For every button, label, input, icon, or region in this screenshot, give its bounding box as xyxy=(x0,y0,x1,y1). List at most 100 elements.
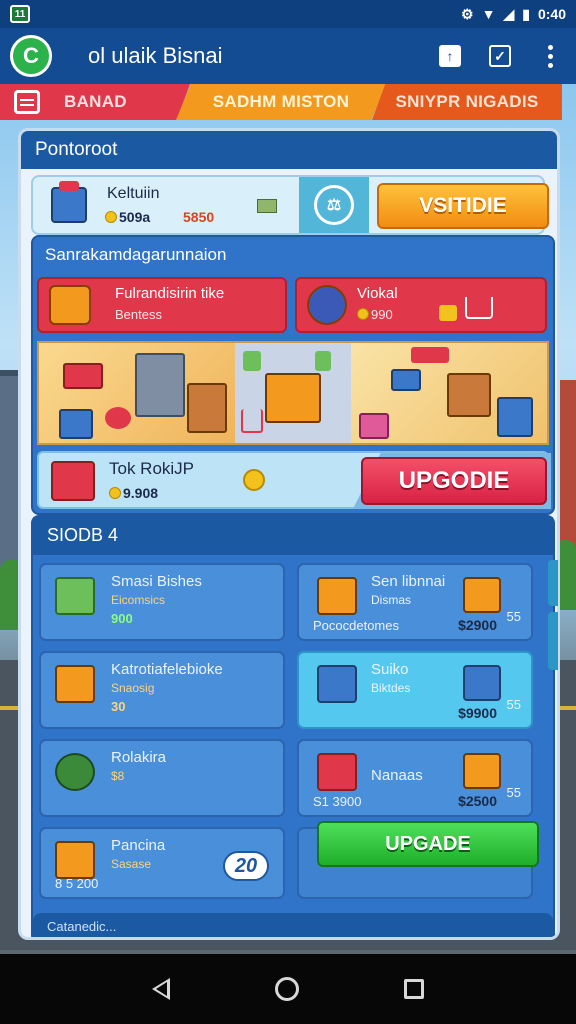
sim-icon: 11 xyxy=(10,5,30,23)
business-income: 5850 xyxy=(183,209,215,225)
store-section: Sanrakamdagarunnaion Fulrandisirin tike … xyxy=(31,235,555,515)
tab-label: BANAD xyxy=(64,92,127,111)
item-price: $9900 xyxy=(458,705,497,721)
feature-title: Fulrandisirin tike xyxy=(115,285,225,302)
item-price: 900 xyxy=(111,611,133,626)
upgrade-button[interactable]: UPGODIE xyxy=(361,457,547,505)
item-name: Suiko xyxy=(371,661,409,678)
box-icon xyxy=(463,577,501,613)
section-title: Sanrakamdagarunnaion xyxy=(45,245,227,264)
item-count: 55 xyxy=(506,697,521,712)
menu-icon xyxy=(14,90,40,114)
stock-item[interactable]: Suiko Biktdes $9900 55 xyxy=(297,651,533,729)
stock-item[interactable]: Katrotiafelebioke Snaosig 30 xyxy=(39,651,285,729)
emblem-panel: ⚖ xyxy=(299,177,369,233)
feature-title: Viokal xyxy=(357,285,398,302)
toolbox-icon xyxy=(51,461,95,501)
upgrade-stock-button[interactable]: UPGADE xyxy=(317,821,539,867)
share-icon: ↑ xyxy=(439,45,461,67)
item-count: 55 xyxy=(506,785,521,800)
tab-sniypr-nigadis[interactable]: SNIYPR NIGADIS xyxy=(372,84,562,120)
checkbox-icon: ✓ xyxy=(489,45,511,67)
level-badge: 20 xyxy=(223,851,269,881)
app-bar: C ol ulaik Bisnai ↑ ✓ xyxy=(0,28,576,84)
back-icon[interactable] xyxy=(152,978,171,1000)
emblem-icon: ⚖ xyxy=(314,185,354,225)
item-detail: 8 5 200 xyxy=(55,876,99,891)
upgrade-price: 9.908 xyxy=(109,485,158,501)
cube-icon xyxy=(317,665,357,703)
shopping-cart-icon xyxy=(465,297,493,319)
stock-header: SIODB 4 xyxy=(33,517,553,555)
business-name: Keltuiin xyxy=(107,185,160,202)
crate-icon xyxy=(55,577,95,615)
overflow-menu-button[interactable] xyxy=(534,40,566,72)
share-button[interactable]: ↑ xyxy=(434,40,466,72)
feature-card-2[interactable]: Viokal 990 xyxy=(295,277,547,333)
feature-price: 990 xyxy=(357,307,393,322)
item-subtitle: Snaosig xyxy=(111,681,155,695)
app-title: ol ulaik Bisnai xyxy=(88,43,223,68)
box-icon xyxy=(55,841,95,879)
wifi-icon: ▼ xyxy=(481,6,496,22)
battery-icon: ▮ xyxy=(522,5,530,22)
stock-section: SIODB 4 Smasi Bishes Eicomsics 900 Sen l… xyxy=(31,515,555,937)
side-scroll-tab[interactable] xyxy=(548,560,558,606)
item-name: Nanaas xyxy=(371,767,423,784)
item-price: $2900 xyxy=(458,617,497,633)
stock-item[interactable]: Sen libnnai Dismas Pococdetomes $2900 55 xyxy=(297,563,533,641)
visit-button[interactable]: VSITIDIE xyxy=(377,183,549,229)
tab-strip: BANAD SADHM MISTON SNIYPR NIGADIS xyxy=(0,84,576,120)
cash-register-icon xyxy=(51,181,87,223)
item-subtitle: $8 xyxy=(111,769,125,783)
star-icon xyxy=(357,308,369,320)
coin-icon xyxy=(109,487,121,499)
customer-badge-icon xyxy=(307,285,347,325)
side-scroll-tab[interactable] xyxy=(548,612,558,670)
item-name: Sen libnnai xyxy=(371,573,446,590)
store-scene-illustration xyxy=(37,341,549,445)
business-info-card: Keltuiin 509a 5850 ⚖ VSITIDIE xyxy=(31,175,549,235)
item-price: $2500 xyxy=(458,793,497,809)
upgrade-row: Tok RokiJP 9.908 UPGODIE xyxy=(37,451,551,509)
settings-status-icon: ⚙ xyxy=(461,5,474,22)
item-subtitle: Sasase xyxy=(111,857,152,871)
main-panel: Pontoroot Keltuiin 509a 5850 ⚖ VSITIDIE … xyxy=(18,128,560,940)
item-name: Smasi Bishes xyxy=(111,573,202,590)
next-section-peek: Catanedic... xyxy=(33,913,553,937)
item-count: 55 xyxy=(506,609,521,624)
tab-label: SNIYPR NIGADIS xyxy=(395,92,539,111)
feature-subtitle: Bentess xyxy=(115,307,162,322)
stock-bundle-icon xyxy=(49,285,91,325)
checklist-button[interactable]: ✓ xyxy=(484,40,516,72)
feature-card-1[interactable]: Fulrandisirin tike Bentess xyxy=(37,277,287,333)
stock-item[interactable]: Smasi Bishes Eicomsics 900 xyxy=(39,563,285,641)
stock-item[interactable]: Rolakira $8 xyxy=(39,739,285,817)
shopping-bag-icon xyxy=(439,305,457,321)
home-icon[interactable] xyxy=(274,977,299,1001)
tab-sadhm-miston[interactable]: SADHM MISTON xyxy=(176,84,386,120)
signal-icon: ◢ xyxy=(503,5,515,22)
wreath-icon xyxy=(55,753,95,791)
item-name: Katrotiafelebioke xyxy=(111,661,223,678)
recent-apps-icon[interactable] xyxy=(403,979,424,999)
drink-icon xyxy=(317,753,357,791)
item-subtitle: Dismas xyxy=(371,593,412,607)
business-value: 509a xyxy=(105,209,150,225)
item-subtitle: Eicomsics xyxy=(111,593,166,607)
upgrade-title: Tok RokiJP xyxy=(109,459,195,478)
coin-icon xyxy=(105,211,117,223)
store-room-2 xyxy=(235,343,351,443)
stock-item[interactable]: Nanaas S1 3900 $2500 55 xyxy=(297,739,533,817)
box-icon xyxy=(463,753,501,789)
box-icon xyxy=(55,665,95,703)
item-detail: S1 3900 xyxy=(313,794,362,809)
app-logo-icon[interactable]: C xyxy=(10,35,52,77)
tab-banad[interactable]: BANAD xyxy=(0,84,190,120)
item-name: Rolakira xyxy=(111,749,167,766)
system-nav-bar xyxy=(0,954,576,1024)
item-name: Pancina xyxy=(111,837,166,854)
panel-title: Pontoroot xyxy=(21,131,557,169)
stock-item[interactable]: Pancina Sasase 8 5 200 20 xyxy=(39,827,285,899)
cube-icon xyxy=(463,665,501,701)
